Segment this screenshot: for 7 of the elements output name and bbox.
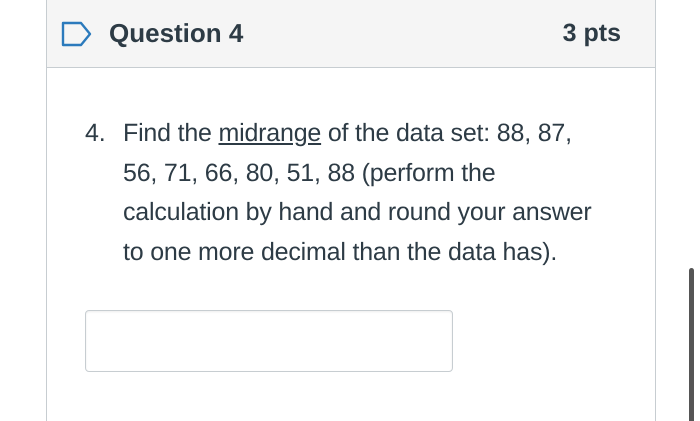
- question-number: 4.: [85, 118, 106, 149]
- question-title: Question 4: [109, 17, 244, 50]
- question-text: Find the midrange of the data set: 88, 87, 56, 71, 66, 80, 51, 88 (perform the calculation by hand and round your answer to one more decimal than the data has).: [123, 118, 592, 268]
- answer-field[interactable]: [85, 310, 453, 372]
- points-label: 3 pts: [562, 18, 621, 49]
- flag-icon[interactable]: [61, 20, 93, 46]
- scroll-bar[interactable]: [689, 268, 694, 421]
